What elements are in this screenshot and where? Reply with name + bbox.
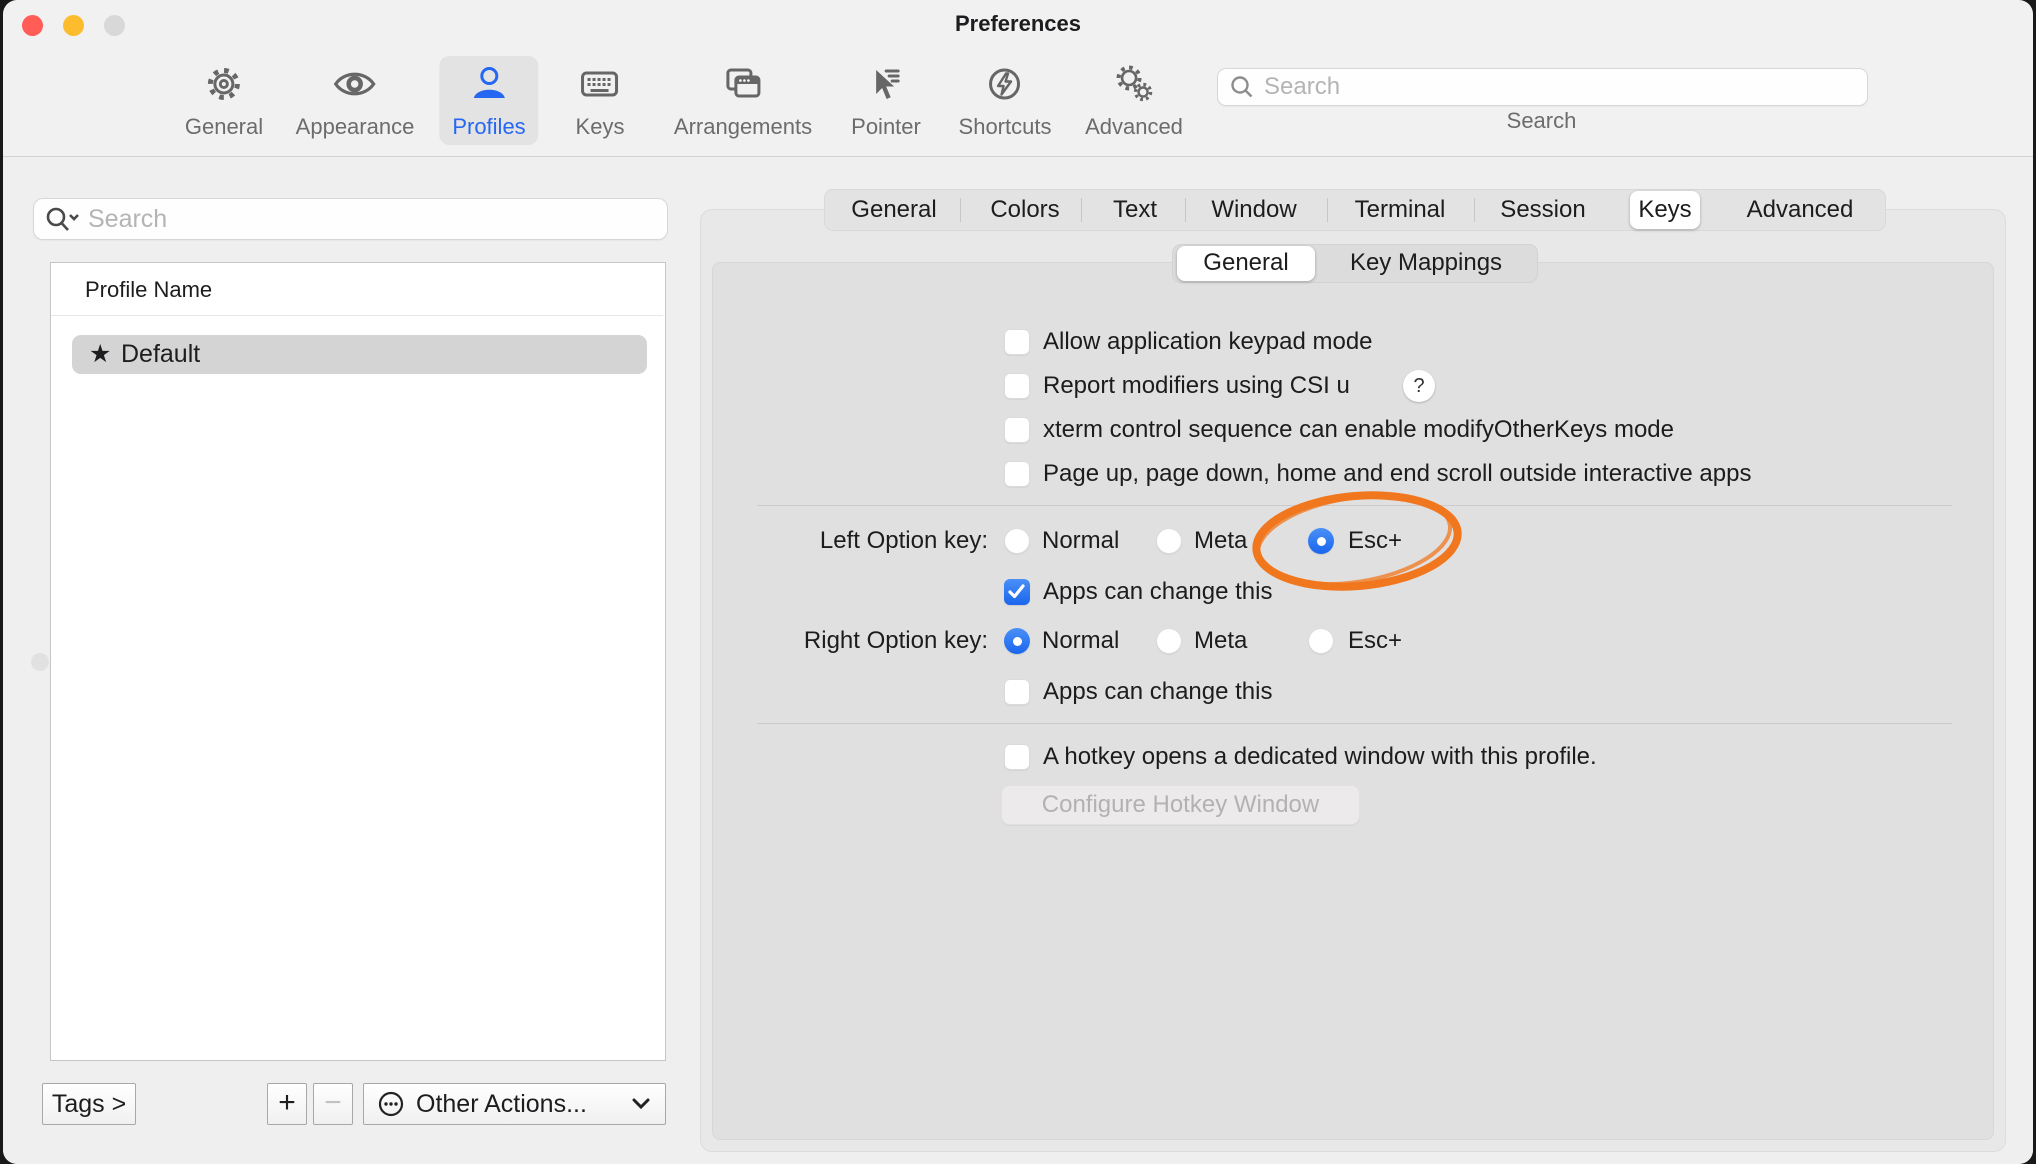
tab-general[interactable]: General: [851, 189, 936, 231]
toolbar-item-advanced[interactable]: Advanced: [1072, 56, 1196, 145]
cursor-icon: [864, 62, 908, 111]
checkbox-left-apps-can-change[interactable]: [1004, 579, 1030, 605]
subtab-key-mappings[interactable]: Key Mappings: [1350, 243, 1502, 282]
checkbox-scroll-outside-apps[interactable]: [1004, 461, 1030, 487]
toolbar-item-label: General: [185, 114, 263, 140]
radio-label: Esc+: [1348, 626, 1402, 656]
tab-text[interactable]: Text: [1113, 189, 1157, 231]
toolbar-item-label: Keys: [576, 114, 625, 140]
window-title: Preferences: [3, 11, 2033, 37]
profile-list: [50, 262, 666, 1061]
windows-icon: [721, 62, 765, 111]
chevron-down-icon: [631, 1098, 651, 1110]
checkbox-right-apps-can-change[interactable]: [1004, 679, 1030, 705]
tab-separator: [1081, 198, 1082, 222]
checkbox-label: xterm control sequence can enable modify…: [1043, 415, 1674, 445]
radio-label: Meta: [1194, 626, 1247, 656]
profile-search-field[interactable]: [33, 198, 668, 240]
toolbar-item-arrangements[interactable]: Arrangements: [661, 56, 825, 145]
right-option-key-label: Right Option key:: [663, 626, 988, 656]
tags-button[interactable]: Tags >: [42, 1083, 136, 1125]
toolbar-search-label: Search: [1217, 108, 1866, 134]
plus-icon: +: [268, 1084, 306, 1122]
other-actions-label: Other Actions...: [416, 1090, 587, 1119]
tab-session[interactable]: Session: [1500, 189, 1585, 231]
subtab-general[interactable]: General: [1203, 243, 1288, 282]
bolt-icon: [983, 62, 1027, 111]
other-actions-dropdown[interactable]: Other Actions...: [363, 1083, 666, 1125]
toolbar-item-pointer[interactable]: Pointer: [838, 56, 934, 145]
toolbar-item-keys[interactable]: Keys: [563, 56, 638, 145]
checkbox-modify-other-keys[interactable]: [1004, 417, 1030, 443]
checkbox-label: A hotkey opens a dedicated window with t…: [1043, 742, 1597, 772]
toolbar-item-profiles[interactable]: Profiles: [439, 56, 538, 145]
checkbox-csi-u[interactable]: [1004, 373, 1030, 399]
configure-hotkey-window-button[interactable]: Configure Hotkey Window: [1001, 785, 1360, 825]
radio-right-option-meta[interactable]: [1156, 628, 1182, 654]
tab-keys[interactable]: Keys: [1638, 189, 1691, 231]
screenshot-stage: Preferences General Appearance Profiles …: [0, 0, 2036, 1164]
toolbar-item-label: Pointer: [851, 114, 921, 140]
tab-separator: [1327, 198, 1328, 222]
checkbox-label: Report modifiers using CSI u: [1043, 371, 1350, 401]
checkbox-label: Allow application keypad mode: [1043, 327, 1373, 357]
radio-right-option-esc[interactable]: [1308, 628, 1334, 654]
splitter-handle[interactable]: [31, 653, 49, 671]
profile-name: Default: [121, 335, 200, 374]
toolbar-item-label: Advanced: [1085, 114, 1183, 140]
star-icon: ★: [89, 335, 111, 374]
ellipsis-circle-icon: [376, 1089, 406, 1119]
radio-label: Normal: [1042, 626, 1119, 656]
profile-row-default[interactable]: ★ Default: [72, 335, 647, 374]
tab-separator: [1185, 198, 1186, 222]
keyboard-icon: [578, 62, 622, 111]
tags-button-label: Tags >: [43, 1084, 135, 1124]
help-button[interactable]: ?: [1403, 370, 1435, 402]
checkbox-keypad-mode[interactable]: [1004, 329, 1030, 355]
minus-icon: −: [314, 1084, 352, 1122]
profile-search-input[interactable]: [86, 200, 659, 238]
toolbar-item-label: Profiles: [452, 114, 525, 140]
radio-label: Normal: [1042, 526, 1119, 556]
tab-advanced[interactable]: Advanced: [1747, 189, 1854, 231]
toolbar-item-shortcuts[interactable]: Shortcuts: [946, 56, 1065, 145]
tab-window[interactable]: Window: [1211, 189, 1296, 231]
left-option-key-label: Left Option key:: [663, 526, 988, 556]
tab-separator: [1474, 198, 1475, 222]
profile-list-header: Profile Name: [85, 276, 212, 304]
annotation-ellipse: [1228, 478, 1498, 608]
keys-general-panel: [712, 262, 1994, 1140]
radio-right-option-normal[interactable]: [1004, 628, 1030, 654]
toolbar-search-field[interactable]: [1217, 68, 1868, 106]
toolbar-item-label: Shortcuts: [959, 114, 1052, 140]
remove-profile-button[interactable]: −: [313, 1083, 353, 1125]
person-icon: [467, 62, 511, 111]
preferences-window: Preferences General Appearance Profiles …: [3, 0, 2033, 1164]
toolbar-item-label: Appearance: [296, 114, 415, 140]
gear-icon: [202, 62, 246, 111]
gears-icon: [1112, 62, 1156, 111]
search-filter-icon: [44, 206, 82, 238]
radio-left-option-normal[interactable]: [1004, 528, 1030, 554]
search-icon: [1229, 74, 1255, 105]
checkbox-hotkey-window[interactable]: [1004, 744, 1030, 770]
toolbar-item-general[interactable]: General: [172, 56, 276, 145]
eye-icon: [333, 62, 377, 111]
list-header-divider: [51, 315, 663, 316]
radio-left-option-meta[interactable]: [1156, 528, 1182, 554]
section-divider: [757, 723, 1952, 724]
tab-terminal[interactable]: Terminal: [1355, 189, 1446, 231]
toolbar-item-appearance[interactable]: Appearance: [283, 56, 428, 145]
toolbar-item-label: Arrangements: [674, 114, 812, 140]
tab-separator: [960, 198, 961, 222]
tab-colors[interactable]: Colors: [990, 189, 1059, 231]
checkbox-label: Apps can change this: [1043, 677, 1273, 707]
toolbar-search-input[interactable]: [1262, 70, 1859, 104]
add-profile-button[interactable]: +: [267, 1083, 307, 1125]
